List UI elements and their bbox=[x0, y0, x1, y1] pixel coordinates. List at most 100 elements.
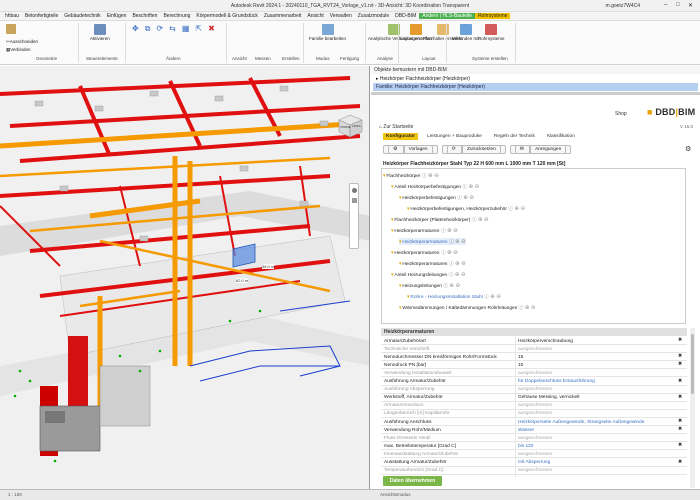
property-value[interactable]: ausgeschlossen bbox=[518, 347, 552, 352]
splitter[interactable] bbox=[371, 92, 700, 95]
property-row[interactable]: Verwendung Installationsbauteil ausgeschl… bbox=[381, 369, 687, 380]
view-cube[interactable]: VORNE LINKS bbox=[335, 112, 365, 140]
tab-configurator[interactable]: Konfigurator bbox=[383, 133, 419, 140]
tab-11[interactable]: DBD-BIM bbox=[392, 13, 419, 19]
tab-13[interactable]: Rohrsysteme bbox=[474, 13, 511, 19]
tree-item[interactable]: ▾Heizkörperarmaturen ⓘ ⊕ ⊖ bbox=[399, 260, 466, 267]
suggestions-button[interactable]: ✉ Anregungen bbox=[509, 145, 572, 154]
3d-viewport[interactable]: 58.0 m 62.0 m VORNE LINKS bbox=[0, 66, 370, 489]
tree-item[interactable]: ▾Heizkörperbefestigungen, Heizkörperzube… bbox=[407, 205, 525, 212]
tree-item[interactable]: ▾Heizkörperarmaturen ⓘ ⊕ ⊖ bbox=[391, 227, 458, 234]
tree-actions-icon[interactable]: ⓘ ⊕ ⊖ bbox=[447, 240, 466, 245]
close-icon[interactable]: ✕ bbox=[688, 2, 693, 9]
edit-family-button[interactable]: Familie bearbeiten bbox=[309, 24, 346, 41]
clear-value-icon[interactable]: ✖ bbox=[678, 353, 682, 359]
property-row[interactable]: Ausführung Anschluss Heizkörperseite Auße… bbox=[381, 418, 687, 428]
property-row[interactable]: Temperaturbereich [Grad C] ausgeschlossen bbox=[381, 466, 687, 477]
templates-button[interactable]: ⚙ Vorlagen bbox=[383, 145, 438, 154]
property-row[interactable]: Armatur/Zubehörart Heizkörperverschraubun… bbox=[381, 337, 687, 347]
zoom-icon[interactable] bbox=[352, 198, 357, 203]
property-value[interactable]: für Doppelanschluss Eckausführung bbox=[518, 379, 595, 384]
tree-actions-icon[interactable]: ⓘ ⊕ ⊖ bbox=[421, 174, 439, 179]
minimize-icon[interactable]: – bbox=[664, 2, 667, 8]
property-value[interactable]: ausgeschlossen bbox=[518, 468, 552, 473]
tab-9[interactable]: Verwalten bbox=[327, 13, 355, 19]
tab-0[interactable]: hhbau bbox=[2, 13, 22, 19]
property-row[interactable]: max. Betriebstemperatur [Grad C] bis 120 ✖ bbox=[381, 442, 687, 453]
tree-actions-icon[interactable]: ⓘ ⊕ ⊖ bbox=[483, 295, 501, 300]
clear-value-icon[interactable]: ✖ bbox=[678, 418, 682, 424]
property-value[interactable]: bis 120 bbox=[518, 444, 533, 449]
modify-tools[interactable]: ✥ ⧉ ⟳ ⇆ ▦ ⇱ ✖ bbox=[132, 25, 215, 33]
settings-gear-icon[interactable]: ⚙ bbox=[685, 145, 691, 153]
property-row[interactable]: Innenausstattung Armatur/Zubehör ausgesch… bbox=[381, 450, 687, 461]
tab-4[interactable]: Beschriften bbox=[129, 13, 160, 19]
selected-family[interactable]: Familie: Heizkörper Flachheizkörper (Hei… bbox=[373, 83, 698, 91]
property-row[interactable]: Verwendung Rohr/Medium Wasser ✖ bbox=[381, 426, 687, 437]
maximize-icon[interactable]: □ bbox=[676, 2, 680, 8]
clear-value-icon[interactable]: ✖ bbox=[678, 378, 682, 384]
property-value[interactable]: Heizkörperverschraubung bbox=[518, 339, 573, 344]
tree-actions-icon[interactable]: ⓘ ⊕ ⊖ bbox=[517, 306, 536, 311]
property-value[interactable]: ausgeschlossen bbox=[518, 387, 552, 392]
piping-systems-button[interactable]: Rohrsysteme bbox=[478, 24, 505, 41]
paste-button[interactable] bbox=[6, 24, 16, 35]
steering-wheel-icon[interactable] bbox=[352, 188, 357, 193]
tree-item[interactable]: ▾Heizungsleitungen ⓘ ⊕ ⊖ bbox=[399, 282, 460, 289]
tab-1[interactable]: Betonfertigteile bbox=[22, 13, 61, 19]
activate-button[interactable]: Aktivieren bbox=[90, 24, 110, 41]
property-row[interactable]: Fluss-/Drosseln Ventil ausgeschlossen bbox=[381, 434, 687, 445]
tree-item[interactable]: ▾Flachheizkörper ⓘ ⊕ ⊖ bbox=[383, 172, 439, 179]
user-name[interactable]: m.goetz7W4C4 bbox=[606, 3, 640, 9]
tree-actions-icon[interactable]: ⓘ ⊕ ⊖ bbox=[447, 273, 466, 278]
tree-item[interactable]: ▾Anteil Heizungsleitungen ⓘ ⊕ ⊖ bbox=[391, 271, 466, 278]
tree-item[interactable]: ▾Heizkörperbefestigungen ⓘ ⊕ ⊖ bbox=[399, 194, 474, 201]
property-value[interactable]: 10 bbox=[518, 363, 523, 368]
property-value[interactable]: 15 bbox=[518, 355, 523, 360]
tab-2[interactable]: Gebäudetechnik bbox=[61, 13, 103, 19]
property-row[interactable]: Technische Vorschrift ausgeschlossen bbox=[381, 345, 687, 356]
property-row[interactable]: Nenndruck PN [bar] 10 ✖ bbox=[381, 361, 687, 372]
tab-classification[interactable]: Klassifikation bbox=[544, 133, 578, 140]
property-row[interactable]: Ausstattung Armatur/Zubehör mit Absperrun… bbox=[381, 458, 687, 469]
property-row[interactable]: Werkstoff, Armatur/Zubehör Gehäuse Messin… bbox=[381, 393, 687, 404]
tab-rules[interactable]: Regeln der Technik bbox=[491, 133, 538, 140]
tab-5[interactable]: Berechnung bbox=[160, 13, 193, 19]
navigation-bar[interactable] bbox=[349, 183, 359, 249]
home-link[interactable]: ⌂ Zur Startseite bbox=[379, 124, 413, 130]
properties-scrollbar[interactable] bbox=[690, 328, 695, 488]
property-row[interactable]: Ausführung Armatur/Zubehör für Doppelansc… bbox=[381, 377, 687, 388]
tree-item[interactable]: ▾Anteil Heizkörperbefestigungen ⓘ ⊕ ⊖ bbox=[391, 183, 479, 190]
reset-button[interactable]: ⟳ Zurücksetzen bbox=[441, 145, 506, 154]
property-row[interactable]: Längenbereich [m] Kapillarrohr ausgeschlo… bbox=[381, 409, 687, 420]
tree-actions-icon[interactable]: ⓘ ⊕ ⊖ bbox=[442, 284, 460, 289]
property-row[interactable]: Ausführung Absperrung ausgeschlossen bbox=[381, 385, 687, 396]
tab-7[interactable]: Zusammenarbeit bbox=[261, 13, 305, 19]
property-value[interactable]: ausgeschlossen bbox=[518, 371, 552, 376]
property-value[interactable]: mit Absperrung bbox=[518, 460, 550, 465]
clear-value-icon[interactable]: ✖ bbox=[678, 459, 682, 465]
clear-value-icon[interactable]: ✖ bbox=[678, 426, 682, 432]
tree-actions-icon[interactable]: ⓘ ⊕ ⊖ bbox=[470, 218, 489, 223]
tree-actions-icon[interactable]: ⓘ ⊕ ⊖ bbox=[439, 251, 458, 256]
clear-value-icon[interactable]: ✖ bbox=[678, 442, 682, 448]
cut-button[interactable]: ✂ Ausschneiden bbox=[6, 39, 38, 44]
tab-10[interactable]: Zusatzmodule bbox=[355, 13, 392, 19]
connect-into-button[interactable]: Verbinden mit bbox=[452, 24, 480, 41]
tab-3[interactable]: Einfügen bbox=[104, 13, 130, 19]
tree-actions-icon[interactable]: ⓘ ⊕ ⊖ bbox=[461, 185, 479, 190]
apply-data-button[interactable]: Daten übernehmen bbox=[383, 476, 442, 486]
clear-value-icon[interactable]: ✖ bbox=[678, 394, 682, 400]
clear-value-icon[interactable]: ✖ bbox=[678, 361, 682, 367]
scrollbar-thumb[interactable] bbox=[691, 334, 694, 394]
property-value[interactable]: Gehäuse Messing, vernickelt bbox=[518, 395, 580, 400]
tree-item[interactable]: ▾Rohre - Heizungsinstallation Stahl ⓘ ⊕ … bbox=[407, 293, 501, 300]
scale-readout[interactable]: 1 : 100 bbox=[8, 492, 22, 497]
selected-object[interactable]: ▸ Heizkörper Flachheizkörper (Heizkörper… bbox=[373, 75, 698, 83]
tree-item[interactable]: ▾Wärmedämmungen / Kältedämmungen Rohrlei… bbox=[399, 304, 536, 311]
tree-item[interactable]: ▾Flachheizkörper (Plattenheizkörper) ⓘ ⊕… bbox=[391, 216, 489, 223]
tree-actions-icon[interactable]: ⓘ ⊕ ⊖ bbox=[439, 229, 458, 234]
shop-link[interactable]: Shop bbox=[615, 111, 627, 117]
join-button[interactable]: ▦ Verbinden bbox=[6, 47, 31, 52]
property-value[interactable]: ausgeschlossen bbox=[518, 411, 552, 416]
